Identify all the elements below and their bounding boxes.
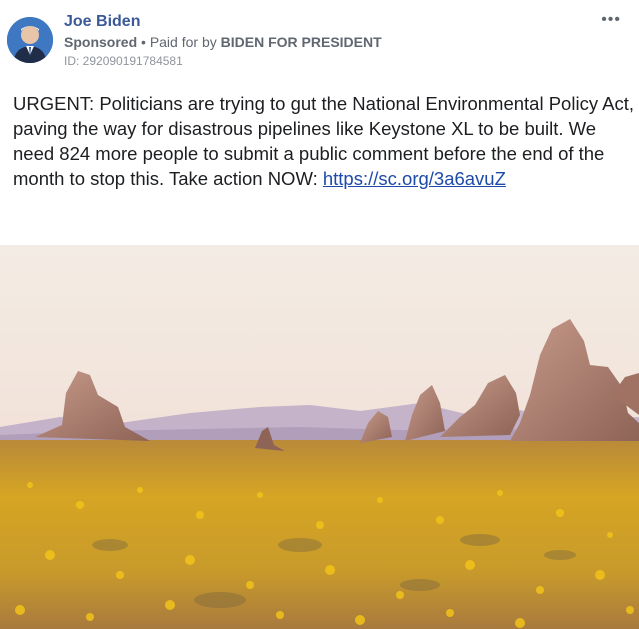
- post-body: URGENT: Politicians are trying to gut th…: [13, 91, 635, 191]
- sponsored-line: Sponsored • Paid for by BIDEN FOR PRESID…: [64, 33, 382, 51]
- post-link[interactable]: https://sc.org/3a6avuZ: [323, 168, 506, 189]
- paid-for-by: BIDEN FOR PRESIDENT: [220, 34, 382, 50]
- post-header: Joe Biden Sponsored • Paid for by BIDEN …: [64, 12, 382, 69]
- sponsored-label[interactable]: Sponsored: [64, 34, 137, 50]
- author-name[interactable]: Joe Biden: [64, 12, 382, 32]
- ad-id: ID: 292090191784581: [64, 54, 183, 68]
- post-image[interactable]: [0, 245, 639, 629]
- more-options-icon[interactable]: •••: [601, 12, 621, 28]
- separator-dot: •: [141, 34, 146, 50]
- desert-landscape-image: [0, 245, 639, 629]
- avatar[interactable]: [7, 17, 53, 63]
- avatar-image: [7, 17, 53, 63]
- paid-for-prefix: Paid for by: [149, 34, 217, 50]
